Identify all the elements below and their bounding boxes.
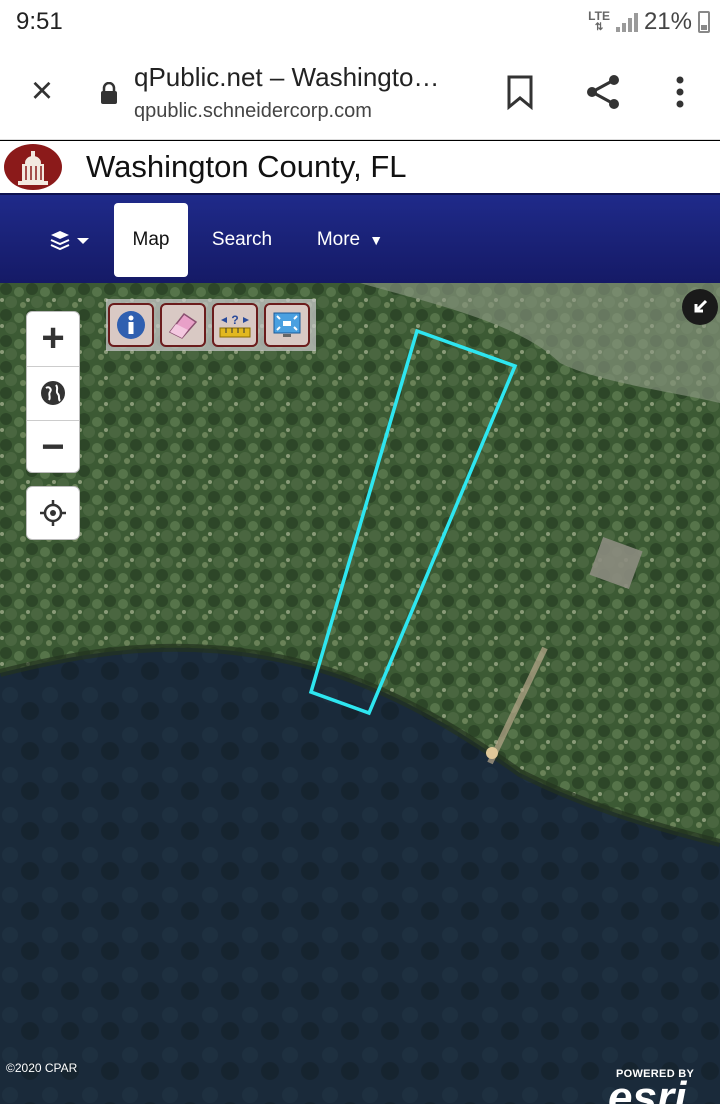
- url-host[interactable]: qpublic.schneidercorp.com: [134, 100, 372, 123]
- fullscreen-extent-icon[interactable]: [264, 303, 310, 347]
- more-vert-icon[interactable]: [660, 72, 700, 112]
- info-icon[interactable]: [108, 303, 154, 347]
- globe-icon[interactable]: [27, 366, 79, 419]
- esri-logo[interactable]: esri: [608, 1073, 686, 1104]
- locate-icon[interactable]: [26, 486, 80, 540]
- close-icon[interactable]: ×: [22, 72, 62, 112]
- eraser-icon[interactable]: [160, 303, 206, 347]
- map-view[interactable]: + − ? ©2020 CPAR POWERED BY esri: [0, 283, 720, 1104]
- share-icon[interactable]: [584, 72, 624, 112]
- zoom-in-icon[interactable]: +: [27, 312, 79, 365]
- lock-icon: [101, 82, 117, 104]
- page-title[interactable]: qPublic.net – Washingto…: [134, 62, 474, 93]
- tab-more[interactable]: More ▼: [300, 203, 400, 277]
- battery-icon: [698, 11, 710, 33]
- network-label: LTE: [588, 9, 610, 23]
- status-bar: 9:51 LTE ⇅ 21%: [0, 0, 720, 44]
- satellite-imagery: [0, 283, 720, 1104]
- map-toolbar: ?: [106, 299, 316, 351]
- data-arrows-icon: ⇅: [594, 22, 604, 33]
- status-indicators: LTE ⇅ 21%: [588, 8, 710, 36]
- layers-dropdown-icon[interactable]: [48, 227, 96, 255]
- county-title: Washington County, FL: [86, 149, 407, 184]
- signal-icon: [615, 12, 638, 32]
- zoom-controls: + −: [26, 311, 80, 473]
- tab-map[interactable]: Map: [114, 203, 188, 277]
- status-time: 9:51: [16, 8, 63, 35]
- browser-toolbar: × qPublic.net – Washingto… qpublic.schne…: [0, 44, 720, 140]
- map-copyright: ©2020 CPAR: [6, 1061, 78, 1075]
- caret-down-icon: ▼: [365, 232, 384, 248]
- tab-more-label: More: [316, 229, 361, 250]
- measure-icon[interactable]: ?: [212, 303, 258, 347]
- main-nav: Map Search More ▼: [0, 193, 720, 283]
- collapse-arrow-icon[interactable]: [682, 289, 718, 325]
- county-seal-logo[interactable]: [4, 144, 62, 190]
- bookmark-icon[interactable]: [500, 72, 540, 112]
- battery-percent: 21%: [643, 8, 692, 35]
- zoom-out-icon[interactable]: −: [27, 420, 79, 473]
- svg-text:?: ?: [231, 313, 238, 327]
- county-header: Washington County, FL: [0, 141, 720, 193]
- network-type: LTE ⇅: [588, 9, 610, 33]
- tab-search[interactable]: Search: [200, 203, 284, 277]
